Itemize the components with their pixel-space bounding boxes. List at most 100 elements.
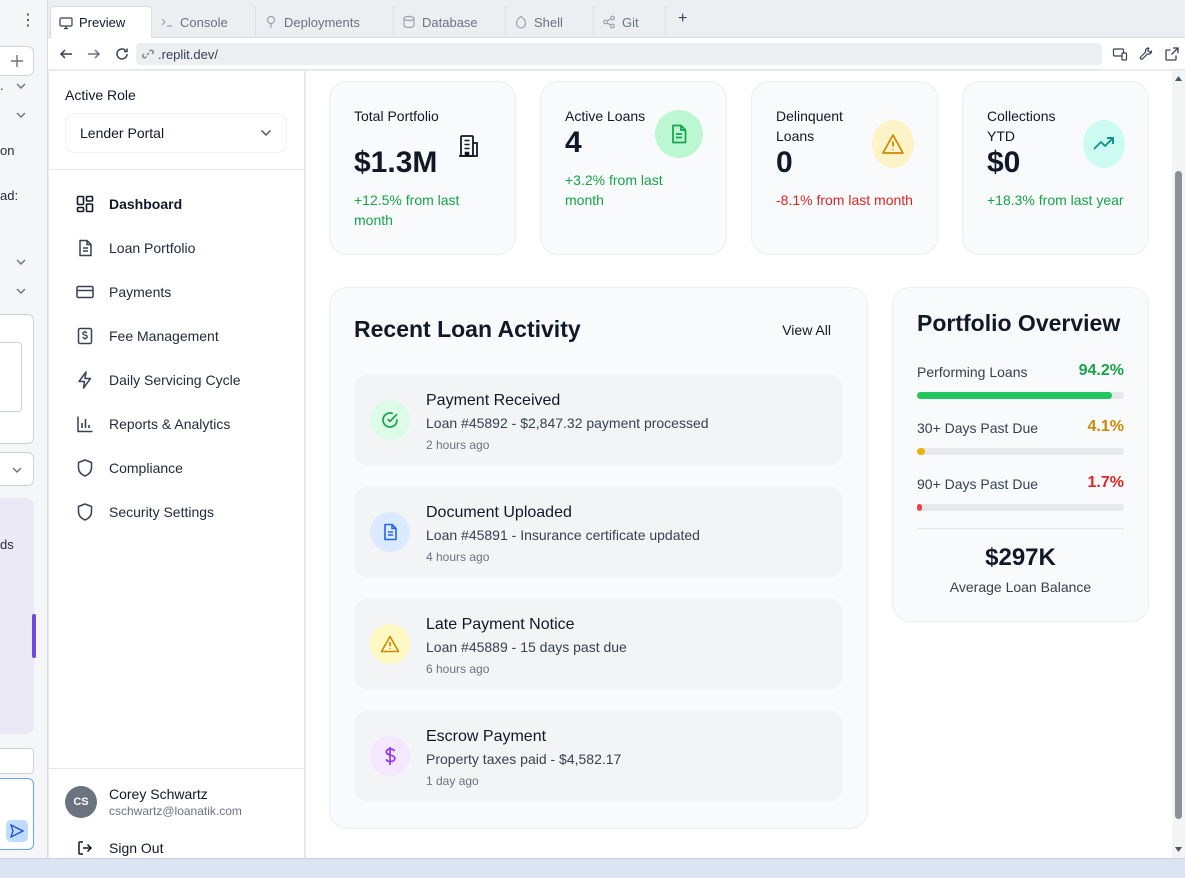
tab-preview[interactable]: Preview (50, 6, 152, 38)
tab-deployments[interactable]: Deployments (256, 6, 394, 38)
link-icon (142, 49, 154, 59)
sidebar-item-fee-management[interactable]: Fee Management (75, 322, 219, 350)
sidebar-item-loan-portfolio[interactable]: Loan Portfolio (75, 234, 195, 262)
sidebar-item-reports-analytics[interactable]: Reports & Analytics (75, 410, 230, 438)
page-scrollbar[interactable] (1172, 71, 1185, 858)
chevron-down-icon (260, 129, 272, 137)
left-panel-accent (32, 614, 36, 658)
taskbar-strip (0, 858, 1185, 878)
view-all-link[interactable]: View All (782, 322, 831, 338)
sidebar-item-label: Reports & Analytics (109, 416, 231, 432)
devices-icon[interactable] (1112, 46, 1128, 62)
devtools-wrench-icon[interactable] (1138, 46, 1154, 62)
portfolio-overview-title: Portfolio Overview (917, 310, 1121, 336)
stat-card-collections-ytd: Collections YTD $0 +18.3% from last year (962, 81, 1149, 255)
refresh-icon[interactable] (114, 46, 130, 62)
average-loan-balance-value: $297K (985, 544, 1056, 571)
monitor-icon (59, 16, 73, 29)
activity-title: Payment Received (426, 392, 561, 409)
stat-label: Collections YTD (987, 108, 1056, 144)
new-tab-button[interactable]: + (678, 10, 687, 28)
database-icon (403, 15, 415, 29)
left-fragment-dot: . (0, 78, 4, 93)
sidebar-item-daily-servicing-cycle[interactable]: Daily Servicing Cycle (75, 366, 240, 394)
activity-item[interactable]: Late Payment Notice Loan #45889 - 15 day… (354, 598, 842, 690)
progress-fill (917, 392, 1112, 399)
left-panel-field[interactable] (0, 748, 34, 774)
overview-row-performing: Performing Loans 94.2% (917, 362, 1124, 399)
avatar: CS (65, 786, 97, 818)
trending-up-icon (1083, 120, 1125, 168)
left-panel-select[interactable] (0, 452, 34, 486)
dollar-icon (370, 736, 410, 776)
sidebar-item-label: Dashboard (109, 196, 183, 212)
sidebar-divider (49, 169, 305, 170)
app-sidebar: Active Role Lender Portal Dashboard Loan… (49, 71, 305, 858)
document-icon (655, 110, 703, 158)
sidebar-item-dashboard[interactable]: Dashboard (75, 190, 182, 218)
progress-fill (917, 504, 922, 511)
shield-icon (77, 459, 93, 477)
url-input[interactable]: .replit.dev/ (136, 43, 1102, 65)
chevron-down-icon[interactable] (16, 258, 26, 266)
sidebar-item-compliance[interactable]: Compliance (75, 454, 183, 482)
left-fragment-text: ds (0, 537, 14, 552)
stat-change: -8.1% from last month (776, 192, 913, 208)
stat-card-delinquent-loans: Delinquent Loans 0 -8.1% from last month (751, 81, 938, 255)
forward-arrow-icon[interactable] (86, 46, 102, 62)
terminal-icon (161, 18, 172, 27)
tab-git[interactable]: Git (594, 6, 666, 38)
average-loan-balance-label: Average Loan Balance (949, 579, 1092, 595)
overview-row-value: 4.1% (1087, 418, 1124, 435)
role-select-value: Lender Portal (80, 125, 165, 141)
document-icon (79, 239, 92, 257)
progress-track (917, 448, 1124, 455)
add-button[interactable] (0, 46, 34, 76)
activity-description: Loan #45891 - Insurance certificate upda… (426, 527, 700, 543)
tab-database[interactable]: Database (394, 6, 506, 38)
shield-icon (77, 503, 93, 521)
building-icon (459, 135, 478, 157)
role-select[interactable]: Lender Portal (65, 113, 287, 153)
chevron-down-icon[interactable] (16, 111, 26, 119)
overview-row-30-days: 30+ Days Past Due 4.1% (917, 418, 1124, 455)
activity-time: 4 hours ago (426, 550, 490, 564)
activity-item[interactable]: Payment Received Loan #45892 - $2,847.32… (354, 374, 842, 466)
stat-label: Delinquent Loans (776, 108, 843, 144)
activity-description: Property taxes paid - $4,582.17 (426, 751, 622, 767)
user-email: cschwartz@loanatik.com (109, 804, 242, 818)
more-menu-icon[interactable]: ⋮ (20, 10, 36, 30)
open-external-icon[interactable] (1164, 46, 1180, 62)
scroll-up-icon[interactable] (1174, 75, 1183, 82)
activity-item[interactable]: Escrow Payment Property taxes paid - $4,… (354, 710, 842, 802)
lightning-icon (78, 371, 92, 389)
send-icon[interactable] (6, 820, 28, 842)
sign-out-button[interactable]: Sign Out (77, 840, 163, 856)
tab-console[interactable]: Console (152, 6, 256, 38)
scroll-thumb[interactable] (1175, 171, 1182, 819)
sidebar-item-payments[interactable]: Payments (75, 278, 171, 306)
stat-value: $0 (987, 146, 1021, 179)
left-fragment-text: on (0, 143, 15, 158)
left-panel-textarea[interactable] (0, 342, 22, 412)
sidebar-divider (49, 768, 305, 769)
workspace-tab-bar: Preview Console Deployments Database She… (48, 0, 1185, 38)
activity-item[interactable]: Document Uploaded Loan #45891 - Insuranc… (354, 486, 842, 578)
stat-value: 0 (776, 146, 793, 179)
check-circle-icon (370, 400, 410, 440)
overview-row-value: 1.7% (1087, 474, 1124, 491)
tab-shell[interactable]: Shell (506, 6, 594, 38)
dashboard-icon (76, 195, 94, 213)
scroll-down-icon[interactable] (1174, 846, 1183, 853)
sidebar-item-security-settings[interactable]: Security Settings (75, 498, 214, 526)
chevron-down-icon[interactable] (16, 287, 26, 295)
dashboard-main: Total Portfolio $1.3M +12.5% from last m… (306, 71, 1172, 858)
deploy-icon (266, 15, 276, 28)
progress-track (917, 392, 1124, 399)
user-profile[interactable]: CS Corey Schwartz cschwartz@loanatik.com (65, 786, 242, 818)
sidebar-item-label: Loan Portfolio (109, 240, 196, 256)
shell-icon (515, 15, 527, 29)
activity-time: 6 hours ago (426, 662, 490, 676)
chevron-down-icon[interactable] (16, 82, 26, 90)
back-arrow-icon[interactable] (58, 46, 74, 62)
